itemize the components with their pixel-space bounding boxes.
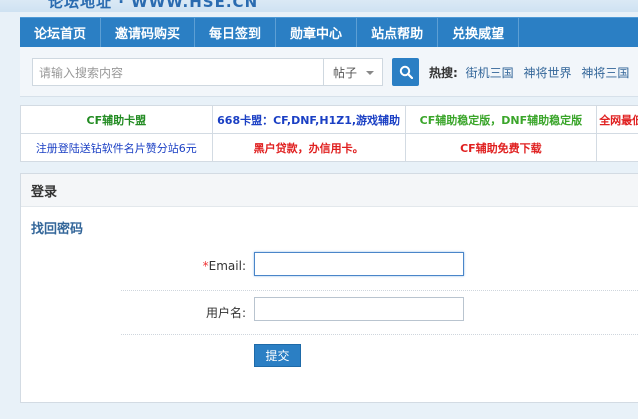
hot-search-link[interactable]: 神将世界 xyxy=(523,66,571,80)
email-row: *Email: xyxy=(121,246,638,290)
email-field[interactable] xyxy=(254,252,464,276)
ad-links-table: CF辅助卡盟 668卡盟：CF,DNF,H1Z1,游戏辅助 CF辅助稳定版，DN… xyxy=(20,105,638,162)
search-type-select[interactable]: 帖子 xyxy=(323,58,383,86)
submit-button[interactable]: 提交 xyxy=(254,344,301,367)
ad-link[interactable]: 注册登陆送钻软件名片赞分站6元 xyxy=(20,133,213,162)
section-title: 找回密码 xyxy=(31,222,84,237)
site-logo: 论坛地址 · WWW.HSE.CN xyxy=(48,0,259,11)
ad-link xyxy=(596,133,638,162)
search-button[interactable] xyxy=(392,58,419,86)
nav-item-exchange[interactable]: 兑换威望 xyxy=(438,18,520,47)
search-input[interactable]: 请输入搜索内容 xyxy=(32,58,324,86)
search-type-label: 帖子 xyxy=(333,65,358,80)
main-nav: 论坛首页 邀请码购买 每日签到 勋章中心 站点帮助 兑换威望 xyxy=(20,17,638,47)
nav-item-invite-code[interactable]: 邀请码购买 xyxy=(101,18,196,47)
ad-link[interactable]: 668卡盟：CF,DNF,H1Z1,游戏辅助 xyxy=(211,105,406,134)
form-divider xyxy=(121,334,638,336)
username-label: 用户名: xyxy=(205,306,246,320)
email-label-text: Email: xyxy=(208,259,246,273)
nav-item-help[interactable]: 站点帮助 xyxy=(357,18,439,47)
ad-link[interactable]: 黑户贷款，办信用卡。 xyxy=(211,133,406,162)
ad-link[interactable]: CF辅助稳定版，DNF辅助稳定版 xyxy=(404,105,598,134)
ad-row: 注册登陆送钻软件名片赞分站6元 黑户贷款，办信用卡。 CF辅助免费下载 xyxy=(20,133,638,162)
nav-item-home[interactable]: 论坛首页 xyxy=(20,18,102,47)
ad-row: CF辅助卡盟 668卡盟：CF,DNF,H1Z1,游戏辅助 CF辅助稳定版，DN… xyxy=(20,105,638,134)
top-banner-strip: 论坛地址 · WWW.HSE.CN xyxy=(0,0,638,12)
hot-search: 热搜: 街机三国 神将世界 神将三国 魔剑 xyxy=(429,64,638,81)
ad-link[interactable]: CF辅助免费下载 xyxy=(404,133,598,162)
search-bar: 请输入搜索内容 帖子 热搜: 街机三国 神将世界 神将三国 魔剑 xyxy=(20,47,638,97)
nav-item-checkin[interactable]: 每日签到 xyxy=(195,18,277,47)
email-label: *Email: xyxy=(203,259,246,273)
username-row: 用户名: xyxy=(121,290,638,334)
hot-search-link[interactable]: 街机三国 xyxy=(466,66,514,80)
search-icon xyxy=(399,65,413,79)
login-panel: 登录 找回密码 *Email: 用户名: 提交 xyxy=(20,173,638,403)
ad-link[interactable]: 全网最低 xyxy=(596,105,638,134)
panel-title: 登录 xyxy=(21,174,638,207)
hot-search-label: 热搜: xyxy=(429,66,458,80)
chevron-down-icon xyxy=(366,71,374,75)
hot-search-link[interactable]: 神将三国 xyxy=(581,66,629,80)
nav-item-medals[interactable]: 勋章中心 xyxy=(276,18,358,47)
ad-link[interactable]: CF辅助卡盟 xyxy=(20,105,213,134)
username-field[interactable] xyxy=(254,297,464,321)
